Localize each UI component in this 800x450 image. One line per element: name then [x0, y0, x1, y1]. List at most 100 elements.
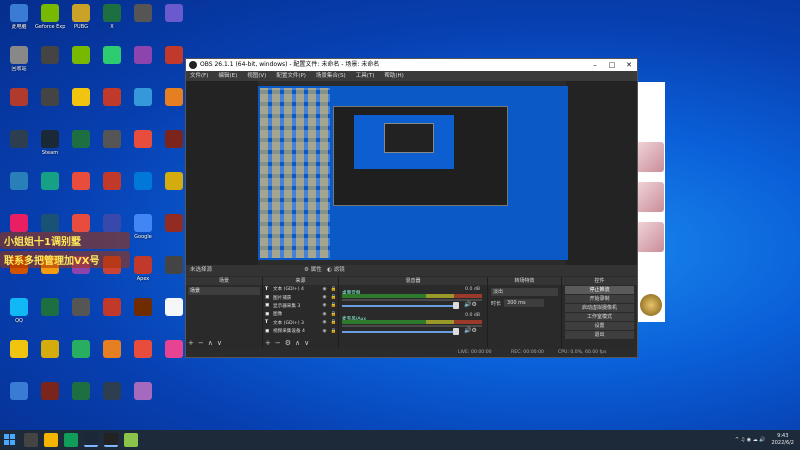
desktop-icon[interactable]: [128, 298, 158, 318]
volume-slider-handle[interactable]: [453, 328, 459, 335]
thumbnail-image[interactable]: [636, 222, 664, 252]
desktop-icon[interactable]: [128, 172, 158, 192]
menu-edit[interactable]: 编辑(E): [218, 71, 237, 81]
desktop-icon[interactable]: [159, 4, 189, 24]
studio-mode-button[interactable]: 工作室模式: [565, 313, 634, 321]
desktop-icon[interactable]: [128, 88, 158, 108]
speaker-icon[interactable]: 🔊⚙: [464, 301, 477, 308]
file-explorer-icon[interactable]: [44, 433, 58, 447]
desktop-icon[interactable]: [66, 46, 96, 66]
desktop-icon[interactable]: [66, 88, 96, 108]
eye-icon[interactable]: ◉: [320, 329, 329, 334]
desktop-icon[interactable]: 回收站: [4, 46, 34, 72]
source-item[interactable]: T 文本 (GDI+) 3 ◉ 🔒: [263, 319, 338, 327]
thumbnail-image[interactable]: [636, 142, 664, 172]
eye-icon[interactable]: ◉: [320, 287, 329, 292]
desktop-icon[interactable]: QQ: [4, 298, 34, 324]
desktop-icon[interactable]: Google: [128, 214, 158, 240]
desktop-icon[interactable]: [4, 340, 34, 360]
exit-button[interactable]: 退出: [565, 331, 634, 339]
scene-list-item[interactable]: 场景: [188, 287, 260, 295]
desktop-icon[interactable]: [66, 130, 96, 150]
desktop-icon[interactable]: [4, 382, 34, 402]
volume-slider[interactable]: [342, 305, 457, 307]
obs-titlebar[interactable]: OBS 26.1.1 (64-bit, windows) - 配置文件: 未命名…: [186, 59, 637, 71]
desktop-icon[interactable]: [128, 130, 158, 150]
maximize-icon[interactable]: □: [604, 59, 620, 71]
thumbnail-image[interactable]: [636, 182, 664, 212]
obs-taskbar-icon[interactable]: [104, 433, 118, 447]
desktop-icon[interactable]: [128, 382, 158, 402]
edge-icon[interactable]: [64, 433, 78, 447]
desktop-icon[interactable]: [97, 340, 127, 360]
lock-icon[interactable]: 🔒: [329, 312, 338, 317]
volume-slider[interactable]: [342, 331, 457, 333]
steam-icon[interactable]: [84, 433, 98, 447]
menu-file[interactable]: 文件(F): [190, 71, 208, 81]
desktop-icon[interactable]: [35, 46, 65, 66]
desktop-icon[interactable]: Steam: [35, 130, 65, 156]
obs-window[interactable]: OBS 26.1.1 (64-bit, windows) - 配置文件: 未命名…: [185, 58, 638, 358]
filters-button[interactable]: ◐ 滤镜: [327, 265, 345, 276]
menu-scene-collection[interactable]: 场景集合(S): [316, 71, 346, 81]
desktop-icon[interactable]: [128, 46, 158, 66]
minimize-icon[interactable]: –: [587, 59, 603, 71]
virtual-camera-button[interactable]: 启动虚拟摄像机: [565, 304, 634, 312]
source-item[interactable]: ▣ 图像 ◉ 🔒: [263, 310, 338, 318]
desktop-icon[interactable]: [97, 172, 127, 192]
speaker-icon[interactable]: 🔊⚙: [464, 327, 477, 334]
desktop-icon[interactable]: [97, 382, 127, 402]
menu-help[interactable]: 帮助(H): [384, 71, 403, 81]
start-recording-button[interactable]: 开始录制: [565, 295, 634, 303]
move-down-icon[interactable]: ∨: [304, 339, 309, 347]
source-item[interactable]: ▣ 显示器采集 3 ◉ 🔒: [263, 302, 338, 310]
desktop-icon[interactable]: [66, 214, 96, 234]
desktop-icon[interactable]: [35, 382, 65, 402]
eye-icon[interactable]: ◉: [320, 320, 329, 325]
menu-view[interactable]: 视图(V): [247, 71, 266, 81]
preview-canvas[interactable]: [258, 86, 568, 260]
desktop-icon[interactable]: [128, 340, 158, 360]
desktop-icon[interactable]: [66, 298, 96, 318]
app-taskbar-icon[interactable]: [124, 433, 138, 447]
gear-icon[interactable]: ⚙: [285, 339, 291, 347]
desktop-icon[interactable]: [66, 172, 96, 192]
duration-input[interactable]: 300 ms: [504, 299, 545, 307]
transition-select[interactable]: 淡出: [491, 288, 558, 296]
menu-tools[interactable]: 工具(T): [356, 71, 375, 81]
move-down-icon[interactable]: ∨: [217, 339, 222, 347]
desktop-icon[interactable]: X: [97, 4, 127, 30]
lock-icon[interactable]: 🔒: [329, 329, 338, 334]
desktop-icon[interactable]: 此电脑: [4, 4, 34, 30]
stop-streaming-button[interactable]: 停止推流: [565, 286, 634, 294]
desktop-icon[interactable]: Apex: [128, 256, 158, 282]
remove-icon[interactable]: −: [275, 339, 281, 347]
desktop-icon[interactable]: [35, 88, 65, 108]
desktop-icon[interactable]: [4, 88, 34, 108]
source-item[interactable]: T 文本 (GDI+) 4 ◉ 🔒: [263, 285, 338, 293]
lock-icon[interactable]: 🔒: [329, 303, 338, 308]
remove-icon[interactable]: −: [198, 339, 204, 347]
desktop-icon[interactable]: Geforce Experience: [35, 4, 65, 30]
close-icon[interactable]: ✕: [621, 59, 637, 71]
desktop-icon[interactable]: [97, 46, 127, 66]
lock-icon[interactable]: 🔒: [329, 320, 338, 325]
eye-icon[interactable]: ◉: [320, 312, 329, 317]
desktop-icon[interactable]: [97, 88, 127, 108]
menu-profile[interactable]: 配置文件(P): [276, 71, 306, 81]
desktop-icon[interactable]: [66, 382, 96, 402]
desktop-icon[interactable]: [35, 214, 65, 234]
move-up-icon[interactable]: ∧: [295, 339, 300, 347]
properties-button[interactable]: ⚙ 属性: [304, 265, 322, 276]
desktop-icon[interactable]: PUBG: [66, 4, 96, 30]
eye-icon[interactable]: ◉: [320, 303, 329, 308]
tray-icons[interactable]: ^ ♫ ◉ ☁ 🔊: [735, 437, 766, 443]
lock-icon[interactable]: 🔒: [329, 295, 338, 300]
desktop-icon[interactable]: [4, 214, 34, 234]
source-item[interactable]: ▣ 图片捕获 ◉ 🔒: [263, 293, 338, 301]
desktop-icon[interactable]: [97, 130, 127, 150]
desktop-icon[interactable]: [35, 298, 65, 318]
desktop-icon[interactable]: [35, 172, 65, 192]
start-button[interactable]: [4, 434, 16, 446]
volume-slider-handle[interactable]: [453, 302, 459, 309]
